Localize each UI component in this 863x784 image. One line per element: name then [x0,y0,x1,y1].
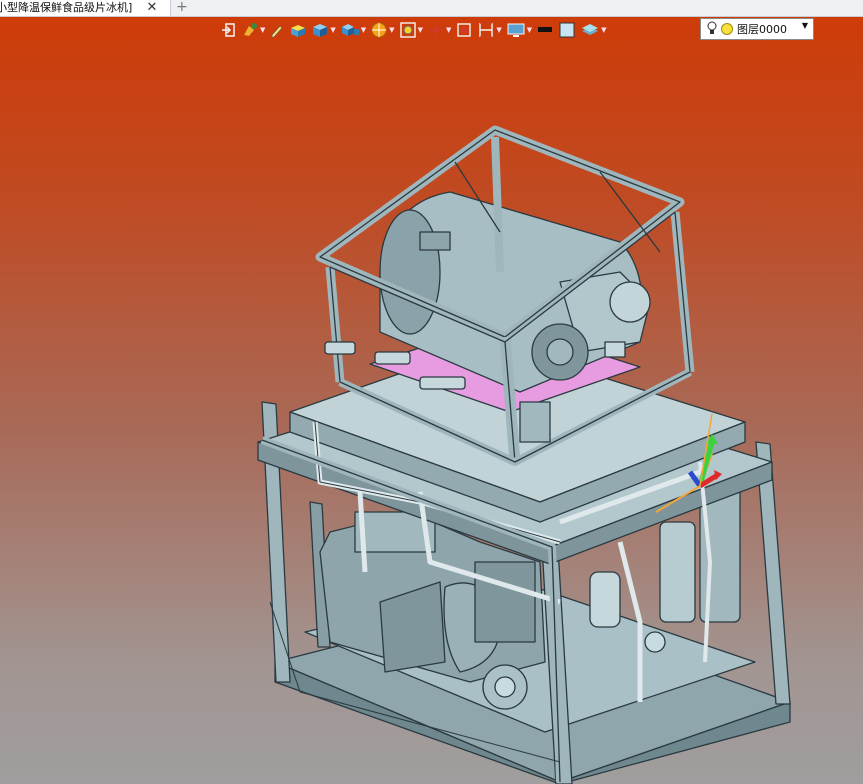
dropdown-arrow-icon[interactable]: ▼ [802,21,808,30]
layer-stack-icon[interactable]: ▼ [579,19,607,41]
document-tab-title: 小型降温保鲜食品级片冰机] [0,1,133,14]
fill-color-icon[interactable] [557,19,577,41]
close-icon[interactable]: ✕ [144,0,160,16]
add-tab-button[interactable]: + [176,0,188,15]
line-color-icon[interactable] [535,19,555,41]
zoom-view-icon[interactable]: ▼ [398,19,424,41]
pen-icon[interactable] [268,19,286,41]
paint-icon[interactable]: ▼ [240,19,266,41]
cube-icon[interactable]: ▼ [310,19,336,41]
display-icon[interactable]: ▼ [505,19,533,41]
section-icon[interactable]: ▼ [476,19,502,41]
view-toolbar: ▼ ▼ ▼ ▼ ▼ ▼ ▼ ▼ ▼ [220,18,608,42]
exit-icon[interactable] [220,19,238,41]
ball-icon[interactable]: ▼ [369,19,395,41]
layer-select[interactable]: 图层0000 ▼ [700,18,814,40]
tab-bar: 小型降温保鲜食品级片冰机] ✕ + [0,0,863,17]
multi-cube-icon[interactable]: ▼ [339,19,367,41]
box-render-icon[interactable] [288,19,308,41]
cad-viewport[interactable] [0,42,863,784]
axis-icon[interactable]: ▼ [426,19,452,41]
document-tab[interactable]: 小型降温保鲜食品级片冰机] ✕ [0,0,171,16]
frame-select-icon[interactable] [454,19,474,41]
layer-name: 图层0000 [737,23,787,36]
lightbulb-icon[interactable] [707,21,717,38]
layer-color-icon [721,23,733,35]
